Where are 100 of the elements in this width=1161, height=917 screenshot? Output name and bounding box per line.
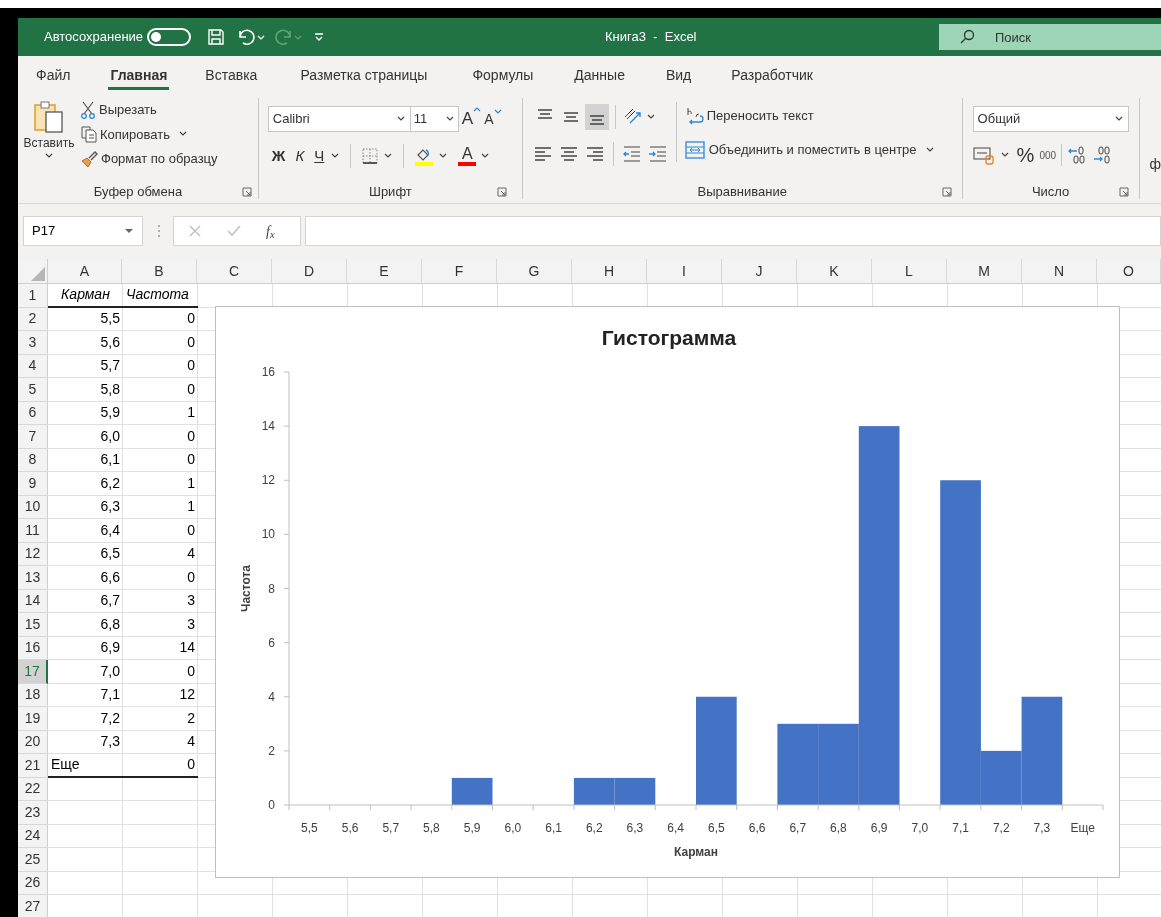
dropdown-caret-icon[interactable]: [924, 145, 935, 154]
merge-center-button[interactable]: Объединить и поместить в центре: [684, 140, 917, 160]
chart-area[interactable]: Гистограмма 0 2 4 6 8 10 12 14 16 5,5 5,6 5,7 5,8 5,9 6,0 6,1 6,2 6,3 6,4 6,5 6,6 6,7 6,8 6,9 7,0 7,1 7,2 7,3 Еще Карман Частота: [215, 306, 1120, 878]
fill-color-icon[interactable]: [414, 146, 435, 166]
dialog-launcher-icon[interactable]: [1118, 187, 1129, 197]
ribbon-tab[interactable]: Формулы: [470, 60, 536, 90]
autosave-toggle[interactable]: [147, 28, 192, 46]
row-header[interactable]: 25: [18, 848, 48, 872]
column-header[interactable]: F: [422, 259, 497, 283]
ribbon-tab[interactable]: Вид: [663, 60, 694, 90]
row-header[interactable]: 19: [18, 707, 48, 731]
row-header[interactable]: 22: [18, 777, 48, 801]
row-header[interactable]: 20: [18, 730, 48, 754]
column-header[interactable]: J: [722, 259, 797, 283]
horizontal-align-icon[interactable]: [558, 144, 579, 164]
ribbon-tab[interactable]: Разработчик: [729, 60, 815, 90]
customize-icon[interactable]: [313, 31, 326, 43]
italic-button[interactable]: К: [295, 144, 305, 168]
horizontal-align-icon[interactable]: [584, 144, 605, 164]
increase-font-button[interactable]: A: [461, 106, 482, 132]
row-header[interactable]: 10: [18, 495, 48, 519]
ribbon-tab[interactable]: Данные: [572, 60, 627, 90]
dropdown-caret-icon[interactable]: [645, 113, 656, 121]
dropdown-caret-icon[interactable]: [1113, 115, 1124, 123]
row-header[interactable]: 13: [18, 566, 48, 590]
font-size-dropdown[interactable]: 11: [410, 106, 459, 132]
row-header[interactable]: 9: [18, 472, 48, 496]
ribbon-tab[interactable]: Главная: [108, 60, 170, 90]
ribbon-tab[interactable]: Вставка: [203, 60, 260, 90]
column-header[interactable]: A: [48, 259, 122, 283]
row-header[interactable]: 26: [18, 871, 48, 895]
column-header[interactable]: K: [797, 259, 872, 283]
column-header[interactable]: G: [497, 259, 572, 283]
column-header[interactable]: C: [197, 259, 272, 283]
column-header[interactable]: N: [1022, 259, 1097, 283]
number-format-dropdown[interactable]: Общий: [972, 106, 1129, 132]
dropdown-caret-icon[interactable]: [999, 151, 1010, 159]
decrease-decimal-icon[interactable]: [1092, 145, 1113, 165]
row-header[interactable]: 17: [18, 660, 48, 684]
row-header[interactable]: 2: [18, 307, 48, 331]
formula-input-field[interactable]: [305, 216, 1161, 246]
column-header[interactable]: I: [647, 259, 722, 283]
save-icon[interactable]: [207, 28, 226, 46]
undo-icon[interactable]: [237, 28, 266, 46]
dropdown-caret-icon[interactable]: [438, 152, 449, 160]
column-header[interactable]: D: [272, 259, 347, 283]
column-header[interactable]: M: [947, 259, 1022, 283]
decrease-font-button[interactable]: A: [484, 108, 502, 130]
row-header[interactable]: 21: [18, 754, 48, 778]
row-header[interactable]: 23: [18, 801, 48, 825]
dialog-launcher-icon[interactable]: [496, 187, 507, 197]
dropdown-caret-icon[interactable]: [444, 115, 455, 123]
row-header[interactable]: 14: [18, 589, 48, 613]
wrap-text-button[interactable]: Переносить текст: [684, 106, 935, 126]
copy-button[interactable]: Копировать: [80, 124, 170, 144]
insert-function-button[interactable]: f$_{x}$: [266, 220, 275, 242]
row-header[interactable]: 5: [18, 378, 48, 402]
row-header[interactable]: 1: [18, 284, 48, 308]
column-header[interactable]: B: [122, 259, 197, 283]
font-name-dropdown[interactable]: Calibri: [267, 106, 411, 132]
dropdown-caret-icon[interactable]: [44, 152, 54, 160]
column-header[interactable]: H: [572, 259, 647, 283]
row-header[interactable]: 27: [18, 895, 48, 917]
row-header[interactable]: 7: [18, 425, 48, 449]
vertical-align-icon[interactable]: [584, 104, 609, 130]
horizontal-align-icon[interactable]: [532, 144, 553, 164]
row-header[interactable]: 3: [18, 331, 48, 355]
thousands-separator-button[interactable]: 000: [1039, 147, 1057, 163]
ribbon-tab[interactable]: Разметка страницы: [298, 60, 430, 90]
underline-button[interactable]: Ч: [314, 144, 325, 168]
row-header[interactable]: 15: [18, 613, 48, 637]
font-color-button[interactable]: A: [458, 146, 477, 166]
dropdown-caret-icon[interactable]: [330, 152, 341, 160]
row-header[interactable]: 4: [18, 354, 48, 378]
row-header[interactable]: 11: [18, 519, 48, 543]
dropdown-caret-icon[interactable]: [480, 152, 491, 160]
dialog-launcher-icon[interactable]: [941, 187, 952, 197]
search-field[interactable]: Поиск: [939, 24, 1161, 50]
column-header[interactable]: E: [347, 259, 422, 283]
paste-button[interactable]: Вставить: [18, 100, 80, 181]
row-header[interactable]: 24: [18, 824, 48, 848]
row-header[interactable]: 18: [18, 683, 48, 707]
increase-decimal-icon[interactable]: [1067, 145, 1088, 165]
row-header[interactable]: 6: [18, 401, 48, 425]
row-header[interactable]: 12: [18, 542, 48, 566]
row-header[interactable]: 16: [18, 636, 48, 660]
cut-button[interactable]: Вырезать: [80, 100, 218, 120]
column-header[interactable]: O: [1097, 259, 1161, 283]
column-header[interactable]: L: [872, 259, 947, 283]
dropdown-caret-icon[interactable]: [395, 115, 406, 123]
percent-button[interactable]: %: [1016, 145, 1035, 165]
dropdown-caret-icon[interactable]: [383, 152, 394, 160]
dialog-launcher-icon[interactable]: [242, 187, 252, 197]
ribbon-tab[interactable]: Файл: [34, 60, 73, 90]
checkmark-icon[interactable]: [226, 224, 242, 238]
bold-button[interactable]: Ж: [271, 144, 286, 168]
borders-icon[interactable]: [361, 147, 380, 165]
format-painter-button[interactable]: Формат по образцу: [80, 149, 218, 169]
row-header[interactable]: 8: [18, 448, 48, 472]
name-box[interactable]: P17: [23, 216, 143, 246]
